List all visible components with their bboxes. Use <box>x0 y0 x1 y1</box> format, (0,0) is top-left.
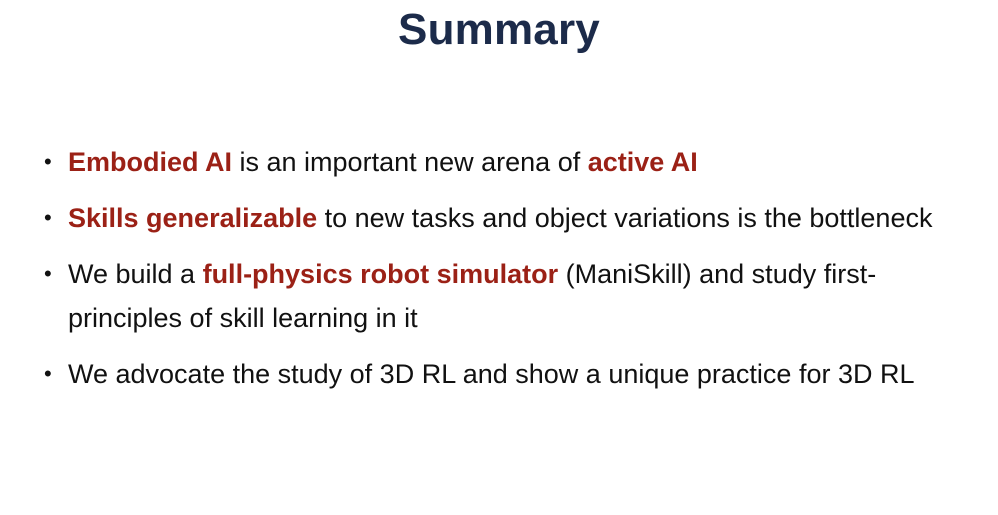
bullet-highlight: full-physics robot simulator <box>202 259 559 289</box>
bullet-list: • Embodied AI is an important new arena … <box>40 140 970 408</box>
bullet-text: Embodied AI is an important new arena of… <box>68 147 698 177</box>
slide: Summary • Embodied AI is an important ne… <box>0 0 998 515</box>
bullet-segment: We build a <box>68 259 203 289</box>
bullet-dot-icon: • <box>44 361 52 386</box>
bullet-highlight: Embodied AI <box>68 147 233 177</box>
bullet-item: • We advocate the study of 3D RL and sho… <box>40 352 970 396</box>
bullet-dot-icon: • <box>44 205 52 230</box>
bullet-segment: We advocate the study of 3D RL and show … <box>68 359 915 389</box>
bullet-dot-icon: • <box>44 261 52 286</box>
bullet-text: We advocate the study of 3D RL and show … <box>68 359 914 389</box>
bullet-segment: to new tasks and object variations is th… <box>317 203 933 233</box>
slide-title: Summary <box>398 5 600 54</box>
bullet-highlight: active AI <box>587 147 698 177</box>
bullet-dot-icon: • <box>44 149 52 174</box>
bullet-text: We build a full-physics robot simulator … <box>68 259 876 333</box>
bullet-item: • Embodied AI is an important new arena … <box>40 140 970 184</box>
bullet-item: • We build a full-physics robot simulato… <box>40 252 970 340</box>
bullet-highlight: Skills generalizable <box>68 203 318 233</box>
bullet-segment: is an important new arena of <box>232 147 588 177</box>
bullet-item: • Skills generalizable to new tasks and … <box>40 196 970 240</box>
bullet-text: Skills generalizable to new tasks and ob… <box>68 203 932 233</box>
